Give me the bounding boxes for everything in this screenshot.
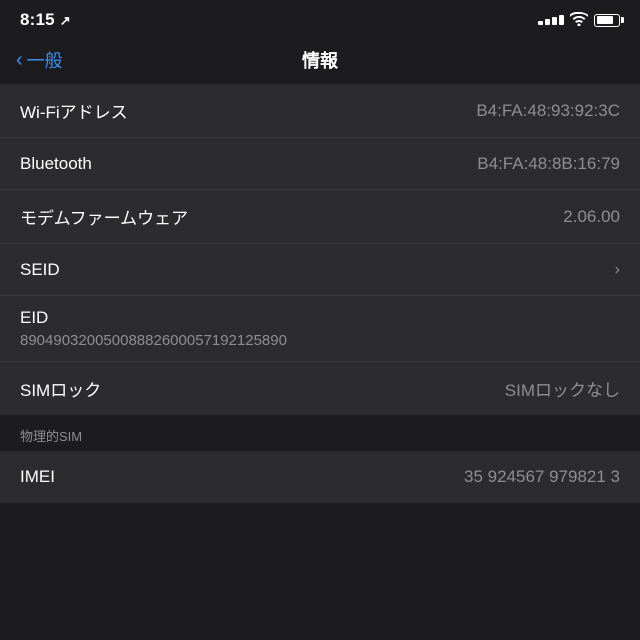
seid-row[interactable]: SEID › — [0, 244, 640, 296]
sim-lock-row: SIMロック SIMロックなし — [0, 362, 640, 415]
back-label: 一般 — [27, 47, 63, 73]
seid-chevron-icon: › — [615, 261, 620, 279]
bluetooth-row: Bluetooth B4:FA:48:8B:16:79 — [0, 138, 640, 190]
signal-icon — [538, 15, 564, 25]
back-chevron-icon: ‹ — [16, 50, 23, 70]
imei-row: IMEI 35 924567 979821 3 — [0, 451, 640, 503]
bluetooth-label: Bluetooth — [20, 154, 92, 174]
bluetooth-value: B4:FA:48:8B:16:79 — [477, 154, 620, 174]
wifi-address-value: B4:FA:48:93:92:3C — [476, 101, 620, 121]
modem-firmware-row: モデムファームウェア 2.06.00 — [0, 190, 640, 244]
status-icons — [538, 12, 620, 29]
physical-sim-label: 物理的SIM — [20, 426, 82, 445]
imei-value: 35 924567 979821 3 — [464, 467, 620, 487]
physical-sim-section: 物理的SIM — [0, 415, 640, 451]
eid-label: EID — [20, 308, 48, 328]
eid-row: EID 89049032005008882600057192125890 — [0, 296, 640, 362]
settings-group-main: Wi-Fiアドレス B4:FA:48:93:92:3C Bluetooth B4… — [0, 84, 640, 415]
modem-firmware-value: 2.06.00 — [563, 207, 620, 227]
status-time: 8:15 ↗ — [20, 10, 71, 30]
sim-lock-value: SIMロックなし — [505, 376, 620, 401]
page-title: 情報 — [302, 47, 338, 73]
settings-content: Wi-Fiアドレス B4:FA:48:93:92:3C Bluetooth B4… — [0, 84, 640, 503]
seid-label: SEID — [20, 260, 60, 280]
wifi-address-label: Wi-Fiアドレス — [20, 98, 128, 123]
back-button[interactable]: ‹ 一般 — [16, 47, 63, 73]
wifi-icon — [570, 12, 588, 29]
status-bar: 8:15 ↗ — [0, 0, 640, 36]
seid-value: › — [615, 261, 620, 279]
imei-label: IMEI — [20, 467, 55, 487]
nav-bar: ‹ 一般 情報 — [0, 36, 640, 84]
wifi-address-row: Wi-Fiアドレス B4:FA:48:93:92:3C — [0, 84, 640, 138]
settings-group-imei: IMEI 35 924567 979821 3 — [0, 451, 640, 503]
battery-icon — [594, 14, 620, 27]
eid-value: 89049032005008882600057192125890 — [20, 332, 287, 349]
modem-firmware-label: モデムファームウェア — [20, 204, 188, 229]
sim-lock-label: SIMロック — [20, 376, 101, 401]
